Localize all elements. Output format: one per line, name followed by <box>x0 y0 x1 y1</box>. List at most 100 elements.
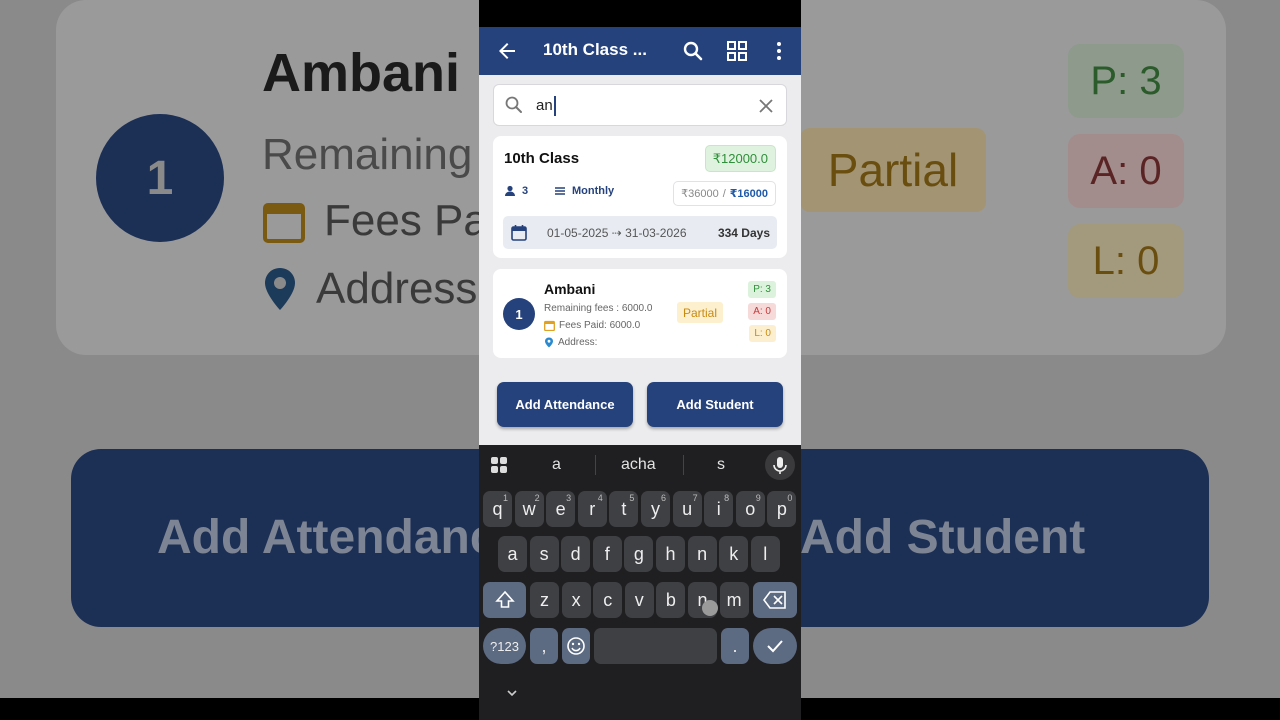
fee-separator: / <box>722 187 726 200</box>
app-bar: 10th Class ... <box>479 27 801 75</box>
date-range: 01-05-2025 ⇢ 31-03-2026 <box>547 226 687 240</box>
nav-bar <box>479 689 801 720</box>
bg-leave-badge: L: 0 <box>1068 224 1184 298</box>
key-m[interactable]: m <box>719 582 749 618</box>
key-l[interactable]: l <box>750 536 780 572</box>
class-amount-badge: ₹12000.0 <box>704 145 776 172</box>
symbols-key[interactable]: ?123 <box>483 628 526 664</box>
bg-student-name: Ambani <box>262 43 461 103</box>
emoji-key[interactable] <box>562 628 590 664</box>
bg-partial-badge: Partial <box>800 128 986 212</box>
remaining-fees-text: Remaining fees : 6000.0 <box>544 303 653 314</box>
key-h[interactable]: h <box>656 536 685 572</box>
key-r[interactable]: r4 <box>577 491 607 527</box>
key-hint: 5 <box>629 493 635 503</box>
key-hint: 0 <box>787 493 793 503</box>
key-g[interactable]: g <box>624 536 654 572</box>
key-hint: 1 <box>502 493 508 503</box>
add-student-button[interactable]: Add Student <box>647 382 783 427</box>
mic-button[interactable] <box>765 450 795 480</box>
key-hint: 2 <box>534 493 540 503</box>
key-o[interactable]: o9 <box>735 491 765 527</box>
key-label: r <box>589 498 596 519</box>
clear-icon[interactable] <box>756 96 776 116</box>
key-hint: 4 <box>597 493 603 503</box>
remaining-fees: Remaining fees : 6000.0 <box>544 303 652 314</box>
address: Address: <box>544 337 597 348</box>
suggestion-strip: a acha s <box>479 445 801 485</box>
key-k[interactable]: k <box>719 536 749 572</box>
key-q[interactable]: q1 <box>483 491 512 527</box>
search-icon[interactable] <box>681 39 705 63</box>
soft-keyboard: a acha s q1w2e3r4t5y6u7i8o9p0 asdfghnkl … <box>479 445 801 720</box>
key-hint: 7 <box>692 493 698 503</box>
key-y[interactable]: y6 <box>641 491 670 527</box>
grid-view-icon[interactable] <box>725 39 749 63</box>
phone-screen: 10th Class ... an 10th Class ₹12000.0 3 … <box>479 0 801 720</box>
enter-key[interactable] <box>753 628 797 664</box>
suggestion-2[interactable]: acha <box>621 456 656 474</box>
suggestion-3[interactable]: s <box>717 456 725 474</box>
leave-badge: L: 0 <box>749 325 776 342</box>
comma-key[interactable]: , <box>530 628 558 664</box>
address-text: Address: <box>558 337 598 348</box>
suggestion-divider <box>595 455 596 475</box>
search-input[interactable]: an <box>493 84 787 126</box>
status-bar <box>479 0 801 27</box>
status-badge: Partial <box>677 302 724 323</box>
collected-fee: ₹16000 <box>729 188 768 200</box>
student-name: Ambani <box>544 281 596 297</box>
key-d[interactable]: d <box>561 536 591 572</box>
key-b[interactable]: b <box>656 582 686 618</box>
student-number-avatar: 1 <box>503 298 535 330</box>
suggestion-1[interactable]: a <box>552 456 561 474</box>
list-icon <box>555 187 565 195</box>
key-z[interactable]: z <box>530 582 559 618</box>
person-icon <box>505 185 515 196</box>
class-card[interactable]: 10th Class ₹12000.0 3 Monthly ₹36000 / ₹… <box>493 136 787 258</box>
key-u[interactable]: u7 <box>672 491 702 527</box>
key-label: q <box>492 498 503 519</box>
text-cursor <box>553 96 556 116</box>
page-title: 10th Class ... <box>543 40 647 59</box>
key-w[interactable]: w2 <box>514 491 544 527</box>
key-x[interactable]: x <box>561 582 591 618</box>
calendar-icon <box>544 320 555 331</box>
total-fee: ₹36000 <box>681 188 719 200</box>
key-e[interactable]: e3 <box>546 491 576 527</box>
bg-fees-text: Fees Pa <box>324 196 488 245</box>
key-label: t <box>621 498 627 519</box>
shift-key[interactable] <box>483 582 526 618</box>
key-n[interactable]: n <box>687 536 717 572</box>
chevron-down-icon[interactable] <box>505 689 519 699</box>
space-key[interactable] <box>594 628 717 664</box>
bg-remaining-text: Remaining <box>262 130 473 179</box>
key-f[interactable]: f <box>592 536 622 572</box>
present-badge: P: 3 <box>748 281 776 298</box>
bg-address-line: Address <box>262 264 477 314</box>
key-s[interactable]: s <box>529 536 559 572</box>
day-count: 334 Days <box>717 226 770 240</box>
key-hint: 8 <box>724 493 730 503</box>
backspace-key[interactable] <box>753 582 797 618</box>
key-c[interactable]: c <box>593 582 623 618</box>
key-v[interactable]: v <box>624 582 654 618</box>
absent-badge: A: 0 <box>748 303 776 320</box>
add-attendance-button[interactable]: Add Attendance <box>497 382 633 427</box>
key-a[interactable]: a <box>498 536 527 572</box>
key-t[interactable]: t5 <box>609 491 639 527</box>
student-card[interactable]: 1 Ambani Remaining fees : 6000.0 Fees Pa… <box>493 269 787 358</box>
bg-address-text: Address <box>316 264 478 313</box>
key-i[interactable]: i8 <box>704 491 734 527</box>
fee-frequency-value: Monthly <box>572 185 615 197</box>
backspace-icon <box>763 591 786 609</box>
period-key[interactable]: . <box>721 628 749 664</box>
calendar-icon <box>511 225 527 241</box>
key-p[interactable]: p0 <box>767 491 797 527</box>
bg-student-number: 1 <box>96 114 224 242</box>
back-arrow-icon[interactable] <box>495 39 519 63</box>
apps-grid-icon[interactable] <box>490 456 508 474</box>
more-vert-icon[interactable] <box>767 39 791 63</box>
mic-icon <box>773 457 787 474</box>
class-name: 10th Class <box>504 150 580 167</box>
